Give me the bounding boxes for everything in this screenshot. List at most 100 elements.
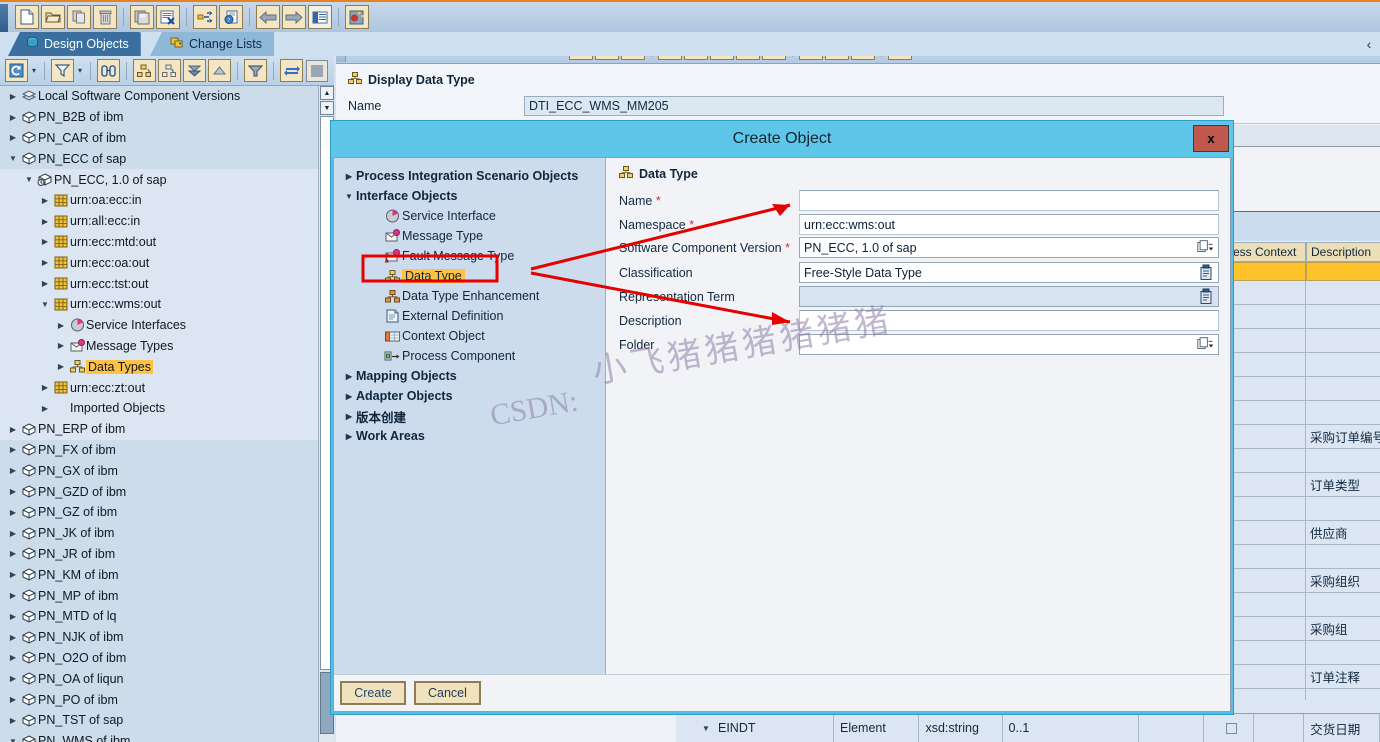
- chevron-right-icon[interactable]: ▶: [6, 633, 20, 642]
- folder-field[interactable]: [799, 334, 1219, 355]
- dialog-tree-item-版本创建[interactable]: ▶ 版本创建: [334, 406, 605, 426]
- dialog-tree-item-process-integration-scenario-objects[interactable]: ▶ Process Integration Scenario Objects: [334, 166, 605, 186]
- chevron-right-icon[interactable]: ▶: [6, 591, 20, 600]
- tree-item-pn-mtd-of-lq[interactable]: ▶ PN_MTD of lq: [0, 606, 318, 627]
- browse-dropdown-icon[interactable]: [1196, 239, 1216, 256]
- chevron-right-icon[interactable]: ▶: [38, 217, 52, 226]
- create-button[interactable]: Create: [340, 681, 406, 705]
- dialog-tree-item-adapter-objects[interactable]: ▶ Adapter Objects: [334, 386, 605, 406]
- tree-item-pn-fx-of-ibm[interactable]: ▶ PN_FX of ibm: [0, 440, 318, 461]
- chevron-right-icon[interactable]: ▶: [54, 341, 68, 350]
- expand-tree-button[interactable]: [133, 59, 157, 82]
- collapse-all-button[interactable]: [208, 59, 232, 82]
- chevron-right-icon[interactable]: ▶: [38, 383, 52, 392]
- tree-item-pn-car-of-ibm[interactable]: ▶ PN_CAR of ibm: [0, 128, 318, 149]
- chevron-down-icon[interactable]: ▼: [702, 724, 710, 733]
- forward-button[interactable]: [282, 5, 306, 29]
- tree-item-urn-ecc-oa-out[interactable]: ▶ urn:ecc:oa:out: [0, 252, 318, 274]
- chevron-right-icon[interactable]: ▶: [6, 612, 20, 621]
- chevron-right-icon[interactable]: ▶: [38, 237, 52, 246]
- chevron-right-icon[interactable]: ▶: [6, 133, 20, 142]
- user-settings-button[interactable]: [345, 5, 369, 29]
- delete-object-button[interactable]: [93, 5, 117, 29]
- tree-item-pn-gz-of-ibm[interactable]: ▶ PN_GZ of ibm: [0, 502, 318, 523]
- tab-overflow-chevron-icon[interactable]: ‹: [1362, 34, 1376, 54]
- chevron-right-icon[interactable]: ▶: [6, 425, 20, 434]
- funnel-button[interactable]: [244, 59, 268, 82]
- back-button[interactable]: [256, 5, 280, 29]
- row-checkbox-cell[interactable]: [1204, 713, 1255, 742]
- chevron-right-icon[interactable]: ▶: [342, 172, 356, 181]
- chevron-right-icon[interactable]: ▶: [38, 196, 52, 205]
- chevron-right-icon[interactable]: ▶: [6, 674, 20, 683]
- tree-item-pn-mp-of-ibm[interactable]: ▶ PN_MP of ibm: [0, 585, 318, 606]
- tree-item-urn-ecc-zt-out[interactable]: ▶ urn:ecc:zt:out: [0, 377, 318, 398]
- table-header-business-context[interactable]: ess Context: [1228, 242, 1306, 262]
- dialog-object-tree[interactable]: ▶ Process Integration Scenario Objects ▼ In…: [334, 158, 606, 676]
- chevron-right-icon[interactable]: ▶: [6, 695, 20, 704]
- chevron-right-icon[interactable]: ▶: [6, 716, 20, 725]
- tree-item-pn-gx-of-ibm[interactable]: ▶ PN_GX of ibm: [0, 460, 318, 481]
- tree-item-pn-jr-of-ibm[interactable]: ▶ PN_JR of ibm: [0, 544, 318, 565]
- tree-item-pn-km-of-ibm[interactable]: ▶ PN_KM of ibm: [0, 564, 318, 585]
- classification-field[interactable]: Free-Style Data Type: [799, 262, 1219, 283]
- dialog-tree-item-process-component[interactable]: Process Component: [334, 346, 605, 366]
- tree-item-urn-oa-ecc-in[interactable]: ▶ urn:oa:ecc:in: [0, 189, 318, 211]
- chevron-right-icon[interactable]: ▶: [6, 508, 20, 517]
- chevron-right-icon[interactable]: ▶: [38, 404, 52, 413]
- copy-object-button[interactable]: [67, 5, 91, 29]
- expand-all-button[interactable]: [183, 59, 207, 82]
- save-all-button[interactable]: [130, 5, 154, 29]
- tree-item-pn-ecc-of-sap[interactable]: ▼ PN_ECC of sap: [0, 148, 318, 169]
- tree-item-pn-po-of-ibm[interactable]: ▶ PN_PO of ibm: [0, 689, 318, 710]
- tree-item-pn-wms-of-ibm[interactable]: ▼ PN_WMS of ibm: [0, 731, 318, 742]
- chevron-right-icon[interactable]: ▶: [54, 362, 68, 371]
- tree-item-pn-erp-of-ibm[interactable]: ▶ PN_ERP of ibm: [0, 418, 318, 440]
- dialog-tree-item-data-type-enhancement[interactable]: Data Type Enhancement: [334, 286, 605, 306]
- dialog-tree-item-work-areas[interactable]: ▶ Work Areas: [334, 426, 605, 446]
- tree-item-pn-njk-of-ibm[interactable]: ▶ PN_NJK of ibm: [0, 627, 318, 648]
- chevron-right-icon[interactable]: ▶: [38, 258, 52, 267]
- where-used-button-top[interactable]: [193, 5, 217, 29]
- chevron-right-icon[interactable]: ▶: [6, 445, 20, 454]
- chevron-right-icon[interactable]: ▶: [342, 412, 356, 421]
- dialog-tree-item-external-definition[interactable]: External Definition: [334, 306, 605, 326]
- table-filter-cell-business-context[interactable]: [1228, 262, 1306, 281]
- cancel-button[interactable]: Cancel: [414, 681, 481, 705]
- close-icon[interactable]: x: [1193, 125, 1229, 152]
- table-header-description[interactable]: Description: [1306, 242, 1380, 262]
- chevron-right-icon[interactable]: ▶: [6, 113, 20, 122]
- chevron-down-icon[interactable]: ▼: [6, 154, 20, 163]
- collapse-tree-button[interactable]: [158, 59, 182, 82]
- object-info-button[interactable]: ?: [219, 5, 243, 29]
- namespace-field[interactable]: urn:ecc:wms:out: [799, 214, 1219, 235]
- tree-item-service-interfaces[interactable]: ▶ Service Interfaces: [0, 314, 318, 336]
- chevron-right-icon[interactable]: ▶: [38, 279, 52, 288]
- tree-item-pn-oa-of-liqun[interactable]: ▶ PN_OA of liqun: [0, 668, 318, 689]
- tree-scroll-down-button[interactable]: ▼: [320, 101, 334, 115]
- tree-item-pn-o2o-of-ibm[interactable]: ▶ PN_O2O of ibm: [0, 648, 318, 669]
- row-name-cell[interactable]: ▼ EINDT: [676, 713, 834, 742]
- tree-scroll-up-button[interactable]: ▲: [320, 86, 334, 100]
- filter-dropdown-icon[interactable]: ▾: [78, 66, 82, 75]
- chevron-right-icon[interactable]: ▶: [6, 653, 20, 662]
- chevron-right-icon[interactable]: ▶: [6, 466, 20, 475]
- table-filter-cell-description[interactable]: [1306, 262, 1380, 281]
- stop-button[interactable]: [306, 60, 328, 82]
- tree-item-pn-gzd-of-ibm[interactable]: ▶ PN_GZD of ibm: [0, 481, 318, 502]
- chevron-down-icon[interactable]: ▼: [38, 300, 52, 309]
- find-button[interactable]: [97, 59, 121, 82]
- tree-item-urn-ecc-mtd-out[interactable]: ▶ urn:ecc:mtd:out: [0, 231, 318, 253]
- tree-item-pn-tst-of-sap[interactable]: ▶ PN_TST of sap: [0, 710, 318, 731]
- dialog-tree-item-data-type[interactable]: Data Type: [334, 266, 605, 286]
- list-view-button[interactable]: [308, 5, 332, 29]
- dialog-tree-item-message-type[interactable]: Message Type: [334, 226, 605, 246]
- chevron-right-icon[interactable]: ▶: [6, 487, 20, 496]
- dialog-tree-item-context-object[interactable]: Context Object: [334, 326, 605, 346]
- name-field[interactable]: [799, 190, 1219, 211]
- tab-change-lists[interactable]: Change Lists: [150, 32, 274, 56]
- chevron-right-icon[interactable]: ▶: [6, 92, 20, 101]
- tree-item-local-software-component-versions[interactable]: ▶ Local Software Component Versions: [0, 86, 318, 107]
- editor-name-value[interactable]: DTI_ECC_WMS_MM205: [524, 96, 1224, 116]
- tree-item-data-types[interactable]: ▶ Data Types: [0, 356, 318, 378]
